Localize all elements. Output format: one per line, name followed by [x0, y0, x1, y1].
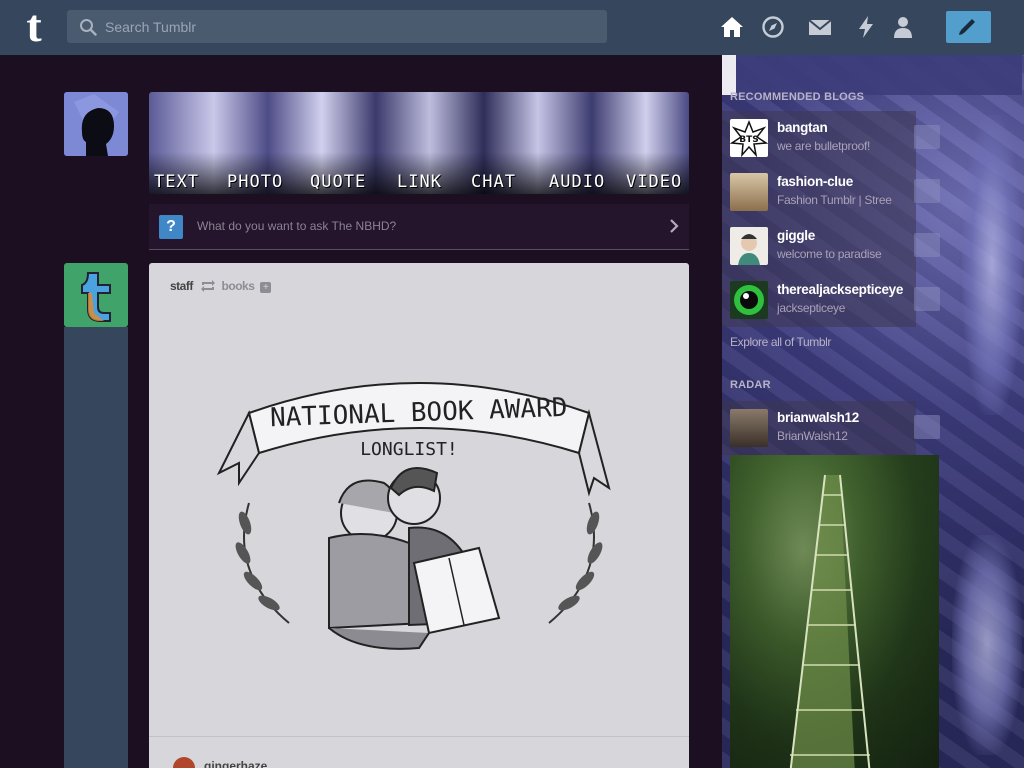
compose-button[interactable] [946, 11, 991, 43]
radar-title: RADAR [730, 379, 771, 391]
blog-description: welcome to paradise [777, 247, 882, 261]
blog-avatar-jacksepticeye[interactable] [730, 281, 768, 319]
blog-avatar-brianwalsh12[interactable] [730, 409, 768, 447]
tumblr-t-icon [81, 272, 111, 322]
blog-description: we are bulletproof! [777, 139, 871, 153]
next-post-author[interactable]: gingerhaze [204, 759, 267, 768]
compose-icon [959, 19, 975, 35]
ask-question-icon: ? [159, 215, 183, 239]
blog-avatar-giggle[interactable] [730, 227, 768, 265]
top-navigation-bar: t [0, 0, 1024, 55]
national-book-award-illustration: NATIONAL BOOK AWARD LONGLIST! [216, 382, 611, 650]
svg-text:BTS: BTS [739, 135, 758, 145]
ask-prompt: What do you want to ask The NBHD? [197, 219, 397, 233]
blog-description: BrianWalsh12 [777, 429, 848, 443]
radar-blog-item[interactable]: brianwalsh12 BrianWalsh12 [722, 401, 950, 455]
recommended-blog-item[interactable]: BTS bangtan we are bulletproof! [722, 111, 950, 165]
blog-description: Fashion Tumblr | Stree [777, 193, 892, 207]
post-header: staff books + [170, 279, 272, 293]
post-type-link[interactable]: LINK [397, 172, 442, 192]
post-type-quote[interactable]: QUOTE [310, 172, 366, 192]
staff-avatar[interactable] [64, 263, 128, 327]
recommended-blogs-title: RECOMMENDED BLOGS [730, 91, 865, 103]
recommended-blog-item[interactable]: fashion-clue Fashion Tumblr | Stree [722, 165, 950, 219]
follow-button[interactable] [914, 233, 940, 257]
follow-button[interactable] [914, 179, 940, 203]
radar-post-image[interactable] [730, 455, 939, 768]
recommended-blog-item[interactable]: therealjacksepticeye jacksepticeye [722, 273, 950, 327]
post-source[interactable]: books [222, 279, 255, 293]
next-post-avatar[interactable] [173, 757, 195, 768]
post-type-chat[interactable]: CHAT [471, 172, 516, 192]
chevron-right-icon [670, 219, 679, 233]
tumblr-logo[interactable]: t [16, 3, 52, 50]
follow-plus-icon[interactable]: + [260, 282, 272, 293]
reblog-icon [200, 280, 215, 292]
activity-icon[interactable] [853, 14, 879, 40]
blog-avatar-bangtan[interactable]: BTS [729, 119, 769, 158]
post-type-video[interactable]: VIDEO [626, 172, 682, 192]
dashboard-post: staff books + NATIONAL BOOK AWARD LONGLI… [149, 263, 689, 768]
banner-subtext: LONGLIST! [360, 439, 458, 460]
search-input[interactable] [105, 10, 595, 43]
ask-bar[interactable]: ? What do you want to ask The NBHD? [149, 204, 689, 250]
follow-button[interactable] [914, 287, 940, 311]
post-divider [149, 736, 689, 737]
post-type-bar: TEXT PHOTO QUOTE LINK CHAT AUDIO VIDEO [149, 92, 689, 194]
blog-description: jacksepticeye [777, 301, 846, 315]
avatar-track [64, 327, 128, 768]
post-type-audio[interactable]: AUDIO [549, 172, 605, 192]
explore-icon[interactable] [760, 14, 786, 40]
inbox-icon[interactable] [807, 14, 833, 40]
blog-avatar-fashion-clue[interactable] [730, 173, 768, 211]
post-type-photo[interactable]: PHOTO [227, 172, 283, 192]
blog-avatar[interactable] [64, 92, 128, 156]
post-author[interactable]: staff [170, 279, 193, 293]
follow-button[interactable] [914, 415, 940, 439]
account-icon[interactable] [890, 14, 916, 40]
explore-all-link[interactable]: Explore all of Tumblr [730, 335, 831, 349]
post-type-text[interactable]: TEXT [154, 172, 199, 192]
home-icon[interactable] [719, 14, 745, 40]
search-icon [80, 19, 97, 36]
recommended-blog-item[interactable]: giggle welcome to paradise [722, 219, 950, 273]
follow-button[interactable] [914, 125, 940, 149]
search-box[interactable] [67, 10, 607, 43]
default-avatar-icon [64, 92, 128, 156]
